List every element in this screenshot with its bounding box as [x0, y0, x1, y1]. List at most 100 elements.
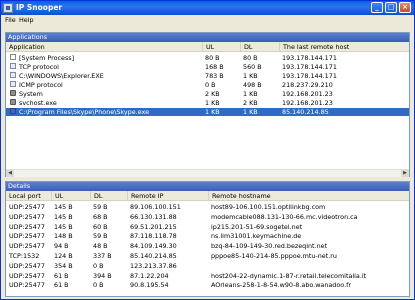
application-last-host: 193.178.144.171	[282, 54, 337, 62]
detail-dl: 60 B	[93, 222, 108, 231]
application-name: C:\Program Files\Skype\Phone\Skype.exe	[19, 108, 150, 116]
detail-remote-ip: 85.140.214.85	[130, 252, 177, 260]
application-ul: 0 B	[205, 81, 216, 89]
detail-dl: 0 B	[93, 281, 104, 290]
maximize-button[interactable]: □	[385, 2, 397, 13]
application-last-host: 85.140.214.85	[282, 108, 329, 116]
detail-dl: 48 B	[93, 242, 108, 251]
close-button[interactable]: ×	[399, 2, 411, 13]
detail-remote-hostname: ns.lim31001.keymachine.de	[211, 232, 302, 241]
detail-local-port: UDP:25477	[9, 203, 45, 211]
detail-remote-ip: 87.1.22.204	[130, 271, 169, 280]
detail-remote-hostname: ip215.201-51-69.sogetel.net	[211, 222, 303, 231]
col-ul[interactable]: UL	[51, 191, 63, 201]
detail-remote-hostname: bzq-84-109-149-30.red.bezeqint.net	[211, 242, 328, 251]
detail-local-port: UDP:25477	[9, 261, 45, 270]
application-row[interactable]: TCP protocol 168 B 560 B 193.178.144.171	[6, 63, 409, 71]
detail-local-port: UDP:25477	[9, 242, 45, 251]
gear-icon	[10, 90, 16, 96]
detail-row[interactable]: UDP:25477 354 B 0 B 123.213.37.86	[6, 262, 409, 270]
application-dl: 2 KB	[243, 99, 258, 107]
application-row[interactable]: C:\WINDOWS\Explorer.EXE 783 B 1 KB 193.178.…	[6, 72, 409, 80]
col-dl[interactable]: DL	[90, 191, 102, 201]
ip-snooper-window: IP Snooper _ □ × File Help Applications …	[0, 0, 415, 300]
detail-row[interactable]: UDP:25477 145 B 59 B 89.106.100.151 host89-1…	[6, 203, 409, 211]
detail-remote-hostname: modemcable088.131-130-66.mc.videotron.ca	[211, 212, 358, 221]
detail-row[interactable]: UDP:25477 94 B 48 B 84.109.149.30 bzq-84-109…	[6, 242, 409, 250]
detail-local-port: UDP:25477	[9, 281, 45, 290]
detail-dl: 394 B	[93, 271, 112, 280]
detail-remote-ip: 123.213.37.86	[130, 261, 177, 270]
col-remote-hostname[interactable]: Remote hostname	[208, 191, 271, 201]
menu-file[interactable]: File	[5, 17, 16, 24]
detail-remote-ip: 90.8.195.54	[130, 281, 169, 290]
app-icon	[3, 3, 13, 13]
detail-ul: 61 B	[54, 271, 69, 280]
details-column-header: Local port UL DL Remote IP Remote hostna…	[6, 191, 409, 201]
application-dl: 1 KB	[243, 108, 258, 116]
detail-remote-ip: 66.130.131.88	[130, 212, 177, 221]
detail-ul: 94 B	[54, 242, 69, 251]
col-ul[interactable]: UL	[202, 42, 214, 52]
application-name: svchost.exe	[19, 99, 57, 107]
detail-local-port: UDP:25477	[9, 271, 45, 280]
detail-remote-ip: 87.118.118.78	[130, 232, 177, 241]
col-dl[interactable]: DL	[240, 42, 252, 52]
application-ul: 80 B	[205, 54, 220, 62]
application-name: System	[19, 90, 43, 98]
detail-row[interactable]: TCP:1532 124 B 337 B 85.140.214.85 pppoe85-1…	[6, 252, 409, 260]
application-row[interactable]: [System Process] 80 B 80 B 193.178.144.171	[6, 54, 409, 62]
application-last-host: 193.178.144.171	[282, 63, 337, 71]
application-row[interactable]: ICMP protocol 0 B 498 B 218.237.29.210	[6, 81, 409, 89]
menu-help[interactable]: Help	[19, 17, 34, 24]
detail-row[interactable]: UDP:25477 61 B 0 B 90.8.195.54 AOrleans-258-…	[6, 281, 409, 289]
detail-local-port: TCP:1532	[9, 252, 40, 260]
detail-ul: 124 B	[54, 252, 73, 260]
applications-header: Applications	[6, 33, 409, 42]
detail-remote-hostname: host204-22-dynamic.1-87-r.retail.telecom…	[211, 271, 367, 280]
network-icon	[10, 81, 16, 87]
application-last-host: 218.237.29.210	[282, 81, 333, 89]
applications-panel: Applications Application UL DL The last …	[5, 32, 410, 177]
window-title: IP Snooper	[16, 3, 63, 12]
scroll-left-icon[interactable]: ◀	[6, 170, 14, 177]
minimize-button[interactable]: _	[371, 2, 383, 13]
application-last-host: 192.168.201.23	[282, 90, 333, 98]
application-row[interactable]: C:\Program Files\Skype\Phone\Skype.exe 1 …	[6, 108, 409, 116]
applications-scrollbar[interactable]: ◀ ▶	[6, 169, 409, 177]
detail-remote-hostname: pppoe85-140-214-85.pppoe.mtu-net.ru	[211, 252, 337, 260]
detail-ul: 354 B	[54, 261, 73, 270]
detail-dl: 68 B	[93, 212, 108, 221]
panel-splitter[interactable]	[5, 177, 410, 180]
scroll-right-icon[interactable]: ▶	[401, 170, 409, 177]
detail-remote-ip: 69.51.201.215	[130, 222, 177, 231]
application-dl: 1 KB	[243, 90, 258, 98]
detail-row[interactable]: UDP:25477 145 B 68 B 66.130.131.88 modemcabl…	[6, 213, 409, 221]
detail-row[interactable]: UDP:25477 148 B 59 B 87.118.118.78 ns.lim310…	[6, 232, 409, 240]
detail-dl: 59 B	[93, 203, 108, 211]
application-name: [System Process]	[19, 54, 75, 62]
application-row[interactable]: svchost.exe 1 KB 2 KB 192.168.201.23	[6, 99, 409, 107]
application-ul: 168 B	[205, 63, 224, 71]
details-list[interactable]: Local port UL DL Remote IP Remote hostna…	[6, 191, 409, 296]
details-panel: Details Local port UL DL Remote IP Remot…	[5, 181, 410, 297]
col-last-remote-host[interactable]: The last remote host	[279, 42, 349, 52]
application-last-host: 192.168.201.23	[282, 99, 333, 107]
applications-column-header: Application UL DL The last remote host	[6, 42, 409, 52]
title-bar[interactable]: IP Snooper _ □ ×	[1, 1, 414, 15]
detail-ul: 145 B	[54, 212, 73, 221]
application-row[interactable]: System 2 KB 1 KB 192.168.201.23	[6, 90, 409, 98]
applications-list[interactable]: Application UL DL The last remote host […	[6, 42, 409, 169]
col-remote-ip[interactable]: Remote IP	[127, 191, 163, 201]
application-dl: 498 B	[243, 81, 262, 89]
detail-remote-hostname: host89-106.100.151.optilinkbg.com	[211, 203, 326, 211]
detail-row[interactable]: UDP:25477 61 B 394 B 87.1.22.204 host204-22-…	[6, 272, 409, 280]
col-application[interactable]: Application	[6, 42, 45, 52]
detail-row[interactable]: UDP:25477 145 B 60 B 69.51.201.215 ip215.201…	[6, 223, 409, 231]
folder-icon	[10, 72, 16, 78]
detail-local-port: UDP:25477	[9, 222, 45, 231]
menu-bar: File Help	[1, 15, 414, 26]
col-local-port[interactable]: Local port	[6, 191, 41, 201]
application-dl: 1 KB	[243, 72, 258, 80]
detail-ul: 145 B	[54, 222, 73, 231]
